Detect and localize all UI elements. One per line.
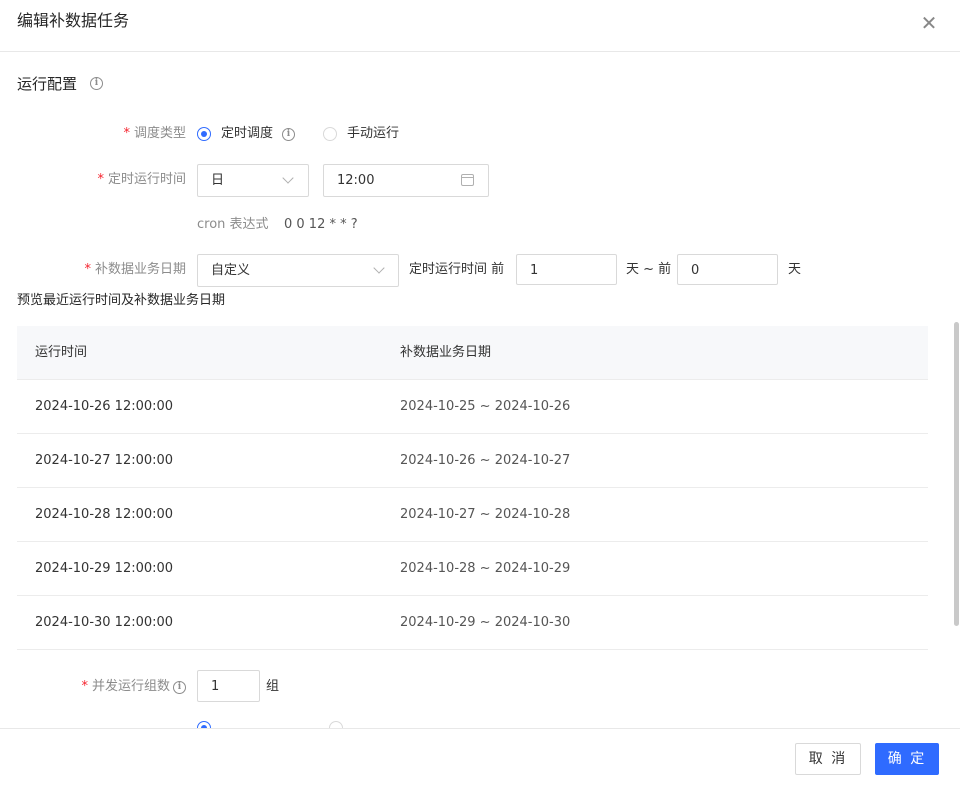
- cancel-button[interactable]: 取 消: [795, 743, 861, 775]
- period-select-value: 日: [211, 173, 225, 188]
- dialog-footer: 取 消 确 定: [0, 728, 960, 789]
- preview-title: 预览最近运行时间及补数据业务日期: [17, 293, 226, 308]
- biz-date-label: * 补数据业务日期: [84, 262, 186, 277]
- info-icon[interactable]: i: [90, 77, 103, 90]
- biz-date-mode-select[interactable]: 自定义: [197, 254, 399, 287]
- radio-manual-label[interactable]: 手动运行: [347, 125, 399, 143]
- radio-manual[interactable]: [323, 127, 337, 141]
- radio-scheduled[interactable]: [197, 127, 211, 141]
- run-time-cell: 2024-10-27 12:00:00: [35, 453, 174, 468]
- biz-date-prefix: 定时运行时间 前: [409, 262, 505, 277]
- calendar-icon: [461, 174, 474, 186]
- chevron-down-icon: [282, 172, 294, 184]
- dialog-title: 编辑补数据任务: [17, 11, 130, 30]
- run-time-cell: 2024-10-30 12:00:00: [35, 615, 174, 630]
- schedule-type-label: * 调度类型: [123, 126, 186, 141]
- table-row: 2024-10-29 12:00:00 2024-10-28 ~ 2024-10…: [17, 542, 928, 596]
- chevron-down-icon: [373, 262, 385, 274]
- cron-label: cron 表达式: [197, 217, 269, 232]
- confirm-button[interactable]: 确 定: [875, 743, 939, 775]
- concurrency-value: 1: [211, 679, 220, 694]
- run-time-label: * 定时运行时间: [97, 172, 186, 187]
- biz-date-mode-value: 自定义: [211, 263, 251, 278]
- cron-value: 0 0 12 * * ?: [284, 217, 358, 232]
- table-row: 2024-10-28 12:00:00 2024-10-27 ~ 2024-10…: [17, 488, 928, 542]
- radio-scheduled-label[interactable]: 定时调度: [221, 125, 273, 143]
- section-title: 运行配置: [17, 75, 78, 93]
- concurrency-label: * 并发运行组数: [81, 679, 170, 694]
- preview-table: 运行时间 补数据业务日期 2024-10-26 12:00:00 2024-10…: [17, 326, 928, 650]
- scrollbar-thumb[interactable]: [954, 322, 959, 626]
- table-row: 2024-10-30 12:00:00 2024-10-29 ~ 2024-10…: [17, 596, 928, 650]
- from-days-value: 1: [530, 263, 539, 278]
- info-icon[interactable]: i: [173, 681, 186, 694]
- run-time-cell: 2024-10-28 12:00:00: [35, 507, 174, 522]
- concurrency-unit: 组: [266, 679, 280, 694]
- biz-date-cell: 2024-10-25 ~ 2024-10-26: [400, 399, 571, 414]
- table-row: 2024-10-26 12:00:00 2024-10-25 ~ 2024-10…: [17, 380, 928, 434]
- biz-date-middle: 天 ~ 前: [626, 262, 672, 277]
- biz-date-cell: 2024-10-29 ~ 2024-10-30: [400, 615, 571, 630]
- run-time-cell: 2024-10-29 12:00:00: [35, 561, 174, 576]
- biz-date-cell: 2024-10-26 ~ 2024-10-27: [400, 453, 571, 468]
- table-row: 2024-10-27 12:00:00 2024-10-26 ~ 2024-10…: [17, 434, 928, 488]
- table-header: 运行时间 补数据业务日期: [17, 326, 928, 380]
- run-time-cell: 2024-10-26 12:00:00: [35, 399, 174, 414]
- to-days-value: 0: [691, 263, 700, 278]
- close-icon[interactable]: ✕: [918, 12, 940, 34]
- from-days-input[interactable]: 1: [516, 254, 617, 285]
- column-header: 补数据业务日期: [400, 345, 492, 360]
- biz-date-cell: 2024-10-27 ~ 2024-10-28: [400, 507, 571, 522]
- time-picker[interactable]: 12:00: [323, 164, 489, 197]
- biz-date-suffix: 天: [788, 262, 802, 277]
- info-icon[interactable]: i: [282, 128, 295, 141]
- biz-date-cell: 2024-10-28 ~ 2024-10-29: [400, 561, 571, 576]
- time-picker-value: 12:00: [337, 173, 375, 188]
- dialog-header: 编辑补数据任务 ✕: [0, 0, 960, 52]
- column-header: 运行时间: [35, 345, 88, 360]
- period-select[interactable]: 日: [197, 164, 309, 197]
- to-days-input[interactable]: 0: [677, 254, 778, 285]
- concurrency-input[interactable]: 1: [197, 670, 260, 702]
